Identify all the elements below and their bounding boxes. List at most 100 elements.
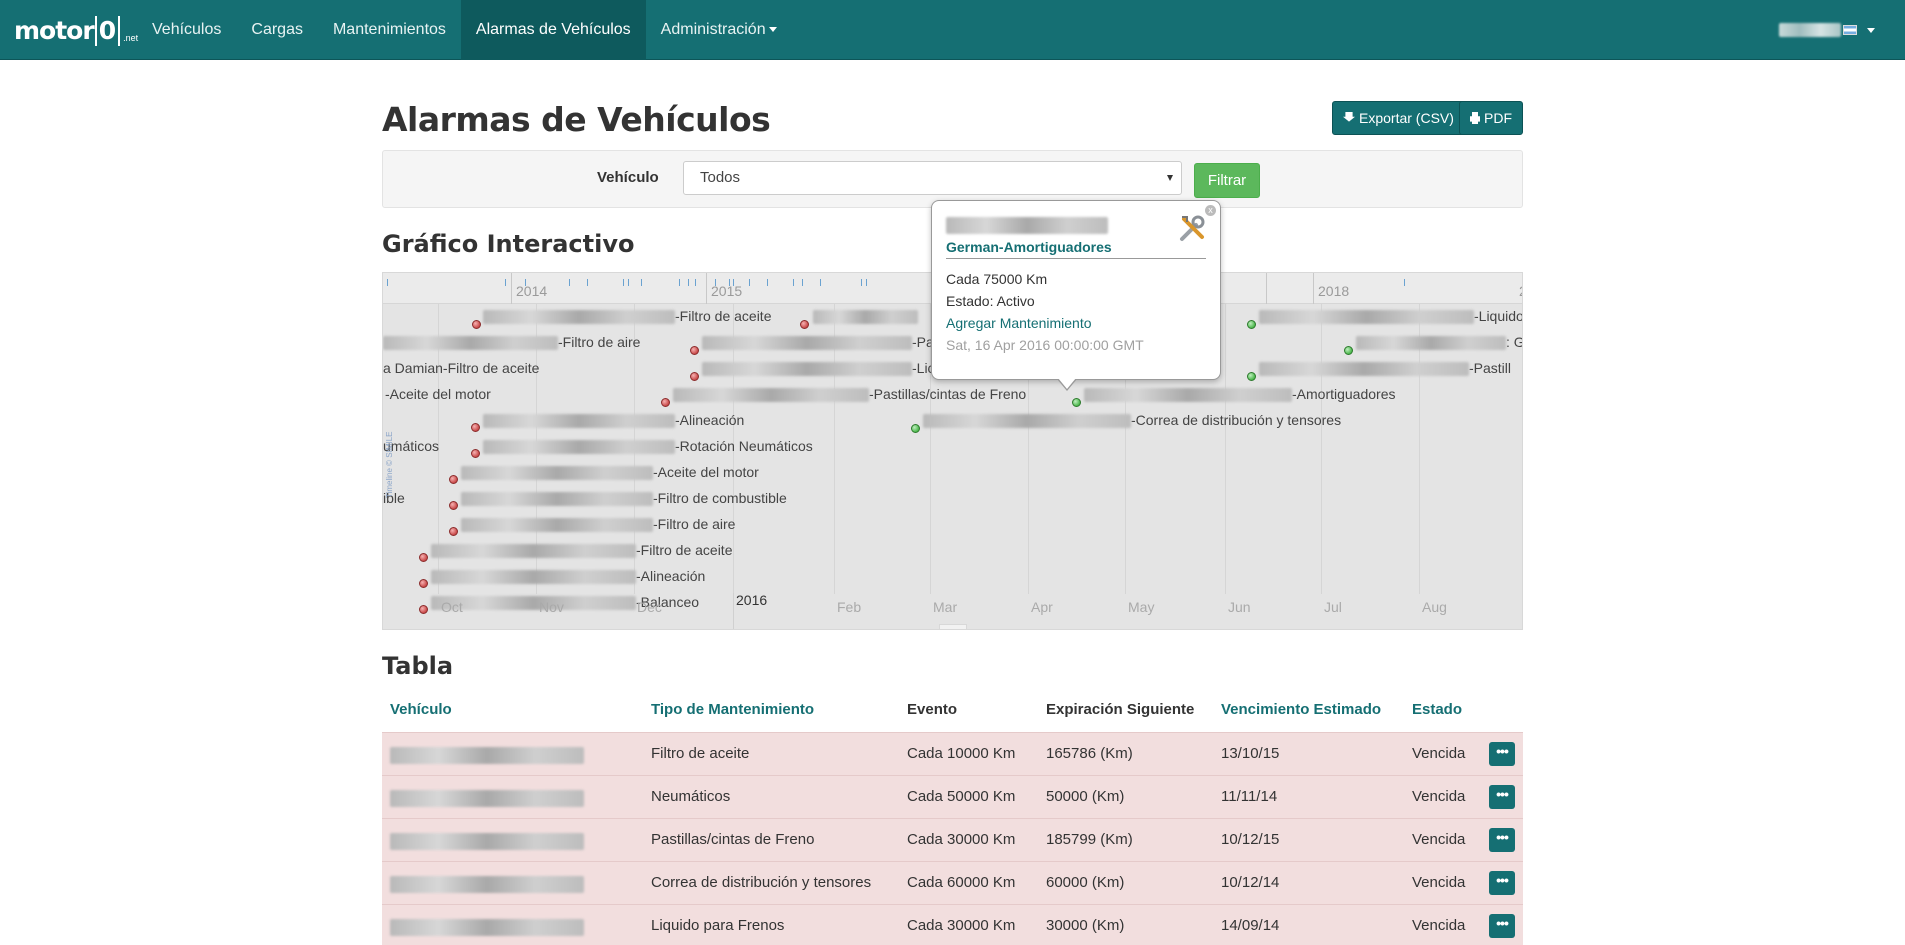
- cell-vehicle: [390, 875, 584, 893]
- timeline-event[interactable]: -Alineación: [483, 411, 744, 429]
- vehicle-select[interactable]: Todos: [683, 161, 1182, 195]
- timeline-event[interactable]: : G: [1356, 333, 1522, 351]
- timeline-event[interactable]: -Alineación: [431, 567, 705, 585]
- print-icon: [1470, 112, 1480, 124]
- cell-next: 165786 (Km): [1046, 745, 1133, 762]
- event-tick: [695, 279, 696, 286]
- month-label: Apr: [1031, 599, 1053, 615]
- popup-divider: [946, 258, 1206, 259]
- event-dot-overdue[interactable]: [419, 579, 428, 588]
- timeline-event[interactable]: -Pa: [702, 333, 934, 351]
- cell-due: 10/12/15: [1221, 831, 1280, 848]
- event-dot-overdue[interactable]: [472, 320, 481, 329]
- header-status[interactable]: Estado: [1412, 701, 1462, 718]
- timeline-event[interactable]: -Aceite del motor: [461, 463, 759, 481]
- event-dot-active[interactable]: [911, 424, 920, 433]
- event-dot-active[interactable]: [1344, 346, 1353, 355]
- timeline-event[interactable]: -Liquido: [1259, 307, 1523, 325]
- nav-item-mantenimientos[interactable]: Mantenimientos: [318, 0, 461, 60]
- event-dot-overdue[interactable]: [800, 320, 809, 329]
- add-maintenance-link[interactable]: Agregar Mantenimiento: [946, 315, 1092, 331]
- event-tick: [861, 279, 862, 286]
- header-event: Evento: [907, 701, 958, 718]
- main-nav: Vehículos Cargas Mantenimientos Alarmas …: [137, 0, 792, 60]
- event-tick: [587, 279, 588, 286]
- cell-type: Pastillas/cintas de Freno: [651, 831, 815, 848]
- redacted-vehicle: [390, 789, 584, 807]
- timeline-event-label: -Liquido: [1474, 308, 1523, 324]
- event-dot-overdue[interactable]: [471, 423, 480, 432]
- event-dot-overdue[interactable]: [690, 372, 699, 381]
- event-tick: [569, 279, 570, 286]
- row-options-button[interactable]: •••: [1489, 914, 1515, 938]
- row-options-button[interactable]: •••: [1489, 871, 1515, 895]
- table-title: Tabla: [382, 652, 454, 680]
- table-row: Neumáticos Cada 50000 Km 50000 (Km) 11/1…: [382, 775, 1523, 818]
- export-csv-label: Exportar (CSV): [1359, 110, 1454, 126]
- redacted-vehicle: [390, 832, 584, 850]
- month-label: Jun: [1228, 599, 1251, 615]
- export-csv-button[interactable]: Exportar (CSV): [1332, 101, 1465, 135]
- cell-type: Liquido para Frenos: [651, 917, 785, 934]
- redacted-vehicle: [390, 875, 584, 893]
- event-dot-active[interactable]: [1247, 320, 1256, 329]
- header-maintenance-type[interactable]: Tipo de Mantenimiento: [651, 701, 814, 718]
- event-dot-active[interactable]: [1072, 398, 1081, 407]
- timeline-event[interactable]: -Filtro de aceite: [431, 541, 732, 559]
- event-tick: [733, 279, 734, 286]
- redacted-vehicle: [483, 414, 675, 429]
- timeline-resize-handle[interactable]: [939, 624, 967, 630]
- row-options-button[interactable]: •••: [1489, 742, 1515, 766]
- redacted-vehicle: [1259, 310, 1474, 325]
- cell-next: 185799 (Km): [1046, 831, 1133, 848]
- row-options-button[interactable]: •••: [1489, 828, 1515, 852]
- header-next-expiration: Expiración Siguiente: [1046, 701, 1195, 718]
- header-estimated-due[interactable]: Vencimiento Estimado: [1221, 701, 1381, 718]
- event-dot-overdue[interactable]: [449, 501, 458, 510]
- timeline-event[interactable]: -Filtro de combustible: [461, 489, 787, 507]
- timeline-event-label: -Rotación Neumáticos: [675, 438, 813, 454]
- nav-item-administracion[interactable]: Administración: [646, 0, 792, 60]
- popup-date: Sat, 16 Apr 2016 00:00:00 GMT: [946, 337, 1144, 353]
- event-tick: [623, 279, 624, 286]
- row-options-button[interactable]: •••: [1489, 785, 1515, 809]
- cell-event: Cada 30000 Km: [907, 831, 1016, 848]
- redacted-vehicle: [813, 310, 918, 325]
- timeline-event[interactable]: -Filtro de aceite: [483, 307, 771, 325]
- timeline-event[interactable]: -Lic: [702, 359, 935, 377]
- brand-logo[interactable]: motor 0 .net: [14, 14, 138, 46]
- popup-title[interactable]: German-Amortiguadores: [946, 239, 1112, 255]
- nav-item-cargas[interactable]: Cargas: [236, 0, 318, 60]
- timeline-event[interactable]: a Damian-Filtro de aceite: [383, 359, 539, 377]
- timeline-event[interactable]: -Filtro de aire: [461, 515, 735, 533]
- table-row: Pastillas/cintas de Freno Cada 30000 Km …: [382, 818, 1523, 861]
- user-menu[interactable]: [1779, 22, 1875, 38]
- nav-item-alarmas[interactable]: Alarmas de Vehículos: [460, 0, 646, 60]
- event-tick: [387, 279, 388, 286]
- timeline-event[interactable]: -Pastillas/cintas de Freno: [673, 385, 1026, 403]
- timeline-event[interactable]: -Correa de distribución y tensores: [923, 411, 1341, 429]
- month-label: Oct: [441, 599, 463, 615]
- nav-item-vehiculos[interactable]: Vehículos: [137, 0, 236, 60]
- timeline-event[interactable]: -Aceite del motor: [385, 385, 491, 403]
- event-dot-overdue[interactable]: [449, 475, 458, 484]
- redacted-vehicle: [431, 570, 636, 585]
- timeline-event[interactable]: -Rotación Neumáticos: [483, 437, 813, 455]
- event-dot-overdue[interactable]: [449, 527, 458, 536]
- month-gridline: [1321, 304, 1322, 594]
- timeline-event[interactable]: [813, 307, 918, 325]
- filter-button[interactable]: Filtrar: [1194, 163, 1260, 198]
- event-dot-active[interactable]: [1247, 372, 1256, 381]
- event-dot-overdue[interactable]: [661, 398, 670, 407]
- table-row: Filtro de aceite Cada 10000 Km 165786 (K…: [382, 732, 1523, 775]
- header-vehicle[interactable]: Vehículo: [390, 701, 452, 718]
- timeline-event[interactable]: -Amortiguadores: [1084, 385, 1396, 403]
- export-pdf-button[interactable]: PDF: [1459, 101, 1523, 135]
- timeline-event[interactable]: -Filtro de aire: [383, 333, 640, 351]
- event-tick: [866, 279, 867, 286]
- timeline-event[interactable]: -Pastill: [1259, 359, 1511, 377]
- redacted-vehicle: [390, 746, 584, 764]
- event-dot-overdue[interactable]: [471, 449, 480, 458]
- event-dot-overdue[interactable]: [419, 553, 428, 562]
- event-dot-overdue[interactable]: [690, 346, 699, 355]
